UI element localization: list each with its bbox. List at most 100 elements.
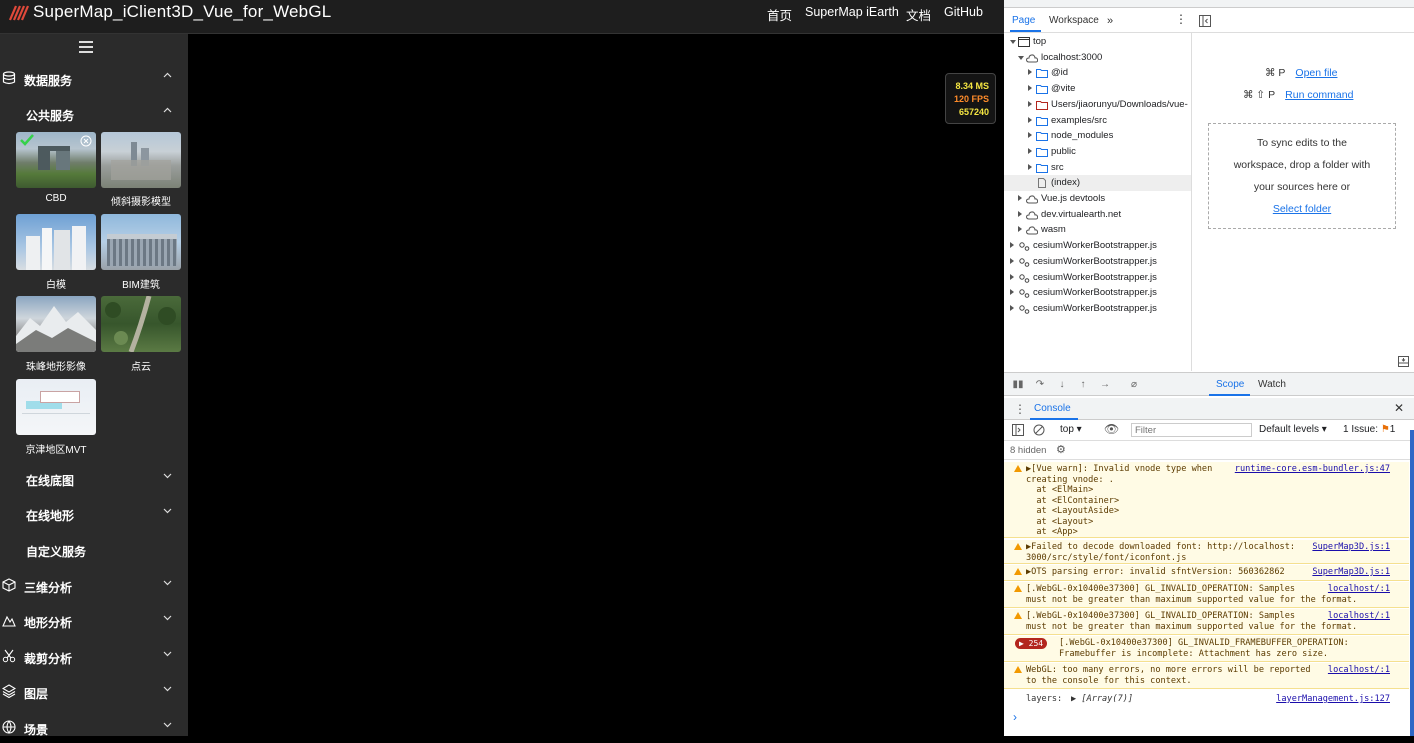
source-link[interactable]: SuperMap3D.js:1 xyxy=(1312,567,1390,578)
tab-page[interactable]: Page xyxy=(1012,15,1035,26)
menu-public-service[interactable]: 公共服务 xyxy=(0,99,188,129)
console-warning-message[interactable]: ▶Failed to decode downloaded font: http:… xyxy=(1004,540,1409,564)
menu-online-basemap[interactable]: 在线底图 xyxy=(0,464,188,494)
collapse-arrow-icon[interactable] xyxy=(1018,210,1022,217)
tree-item[interactable]: cesiumWorkerBootstrapper.js xyxy=(1004,254,1191,270)
source-link[interactable]: localhost/:1 xyxy=(1328,611,1390,622)
folder-drop-zone[interactable]: To sync edits to the workspace, drop a f… xyxy=(1208,123,1396,229)
tree-item[interactable]: Users/jiaorunyu/Downloads/vue- xyxy=(1004,97,1191,113)
deactivate-breakpoints-icon[interactable]: ⌀ xyxy=(1128,379,1140,391)
sidebar-toggle-icon[interactable] xyxy=(1012,424,1024,436)
source-link[interactable]: SuperMap3D.js:1 xyxy=(1312,542,1390,553)
menu-layers[interactable]: 图层 xyxy=(0,677,188,707)
tree-item[interactable]: examples/src xyxy=(1004,113,1191,129)
tab-scope[interactable]: Scope xyxy=(1216,379,1244,390)
eye-icon[interactable]: 👁 xyxy=(1104,422,1119,436)
tree-item[interactable]: cesiumWorkerBootstrapper.js xyxy=(1004,301,1191,317)
menu-terrain-analysis[interactable]: 地形分析 xyxy=(0,606,188,636)
toggle-sidebar-icon[interactable] xyxy=(1199,15,1211,27)
tree-item[interactable]: (index) xyxy=(1004,175,1191,192)
drawer-menu-icon[interactable]: ⋮ xyxy=(1014,402,1026,416)
collapse-arrow-icon[interactable] xyxy=(1010,242,1014,249)
tab-console[interactable]: Console xyxy=(1034,403,1071,414)
pause-icon[interactable]: ▮▮ xyxy=(1012,379,1024,391)
console-warning-message[interactable]: ▶[Vue warn]: Invalid vnode type when cre… xyxy=(1004,462,1409,538)
tree-item[interactable]: cesiumWorkerBootstrapper.js xyxy=(1004,270,1191,286)
menu-3d-analysis[interactable]: 三维分析 xyxy=(0,571,188,601)
menu-data-service[interactable]: 数据服务 xyxy=(0,64,188,94)
console-warning-message[interactable]: ▶ 254 [.WebGL-0x10400e37300] GL_INVALID_F… xyxy=(1004,636,1409,662)
tree-item[interactable]: src xyxy=(1004,160,1191,176)
kebab-menu-icon[interactable]: ⋮ xyxy=(1175,12,1187,26)
more-tabs-icon[interactable]: » xyxy=(1107,15,1113,27)
filter-input[interactable] xyxy=(1131,423,1252,437)
nav-github[interactable]: GitHub xyxy=(944,5,983,19)
everest-terrain-thumbnail[interactable] xyxy=(16,296,96,352)
white-model-thumbnail[interactable] xyxy=(16,214,96,270)
tree-item[interactable]: localhost:3000 xyxy=(1004,50,1191,66)
console-warning-message[interactable]: WebGL: too many errors, no more errors w… xyxy=(1004,663,1409,689)
select-folder-link[interactable]: Select folder xyxy=(1273,203,1331,215)
menu-online-terrain[interactable]: 在线地形 xyxy=(0,499,188,529)
bim-building-thumbnail[interactable] xyxy=(101,214,181,270)
cbd-scene-thumbnail[interactable] xyxy=(16,132,96,188)
tree-item[interactable]: Vue.js devtools xyxy=(1004,191,1191,207)
collapse-arrow-icon[interactable] xyxy=(1028,100,1032,107)
menu-clip-analysis[interactable]: 裁剪分析 xyxy=(0,642,188,672)
console-settings-gear-icon[interactable]: ⚙ xyxy=(1056,443,1066,456)
collapse-arrow-icon[interactable] xyxy=(1028,163,1032,170)
open-file-link[interactable]: Open file xyxy=(1295,67,1337,79)
clear-console-icon[interactable] xyxy=(1033,424,1045,436)
step-into-icon[interactable]: ↓ xyxy=(1056,379,1068,391)
mvt-map-thumbnail[interactable] xyxy=(16,379,96,435)
tree-item[interactable]: cesiumWorkerBootstrapper.js xyxy=(1004,238,1191,254)
collapse-arrow-icon[interactable] xyxy=(1028,116,1032,123)
source-link[interactable]: runtime-core.esm-bundler.js:47 xyxy=(1235,464,1390,475)
point-cloud-thumbnail[interactable] xyxy=(101,296,181,352)
3d-viewer-canvas[interactable] xyxy=(188,34,1004,736)
console-warning-message[interactable]: ▶OTS parsing error: invalid sfntVersion:… xyxy=(1004,565,1409,581)
tree-item[interactable]: @vite xyxy=(1004,81,1191,97)
source-link[interactable]: localhost/:1 xyxy=(1328,584,1390,595)
issues-counter[interactable]: 1 Issue: ⚑1 xyxy=(1343,424,1395,435)
console-warning-message[interactable]: [.WebGL-0x10400e37300] GL_INVALID_OPERAT… xyxy=(1004,609,1409,635)
nav-docs[interactable]: 文档 xyxy=(906,5,931,24)
collapse-arrow-icon[interactable] xyxy=(1018,226,1022,233)
source-link[interactable]: layerManagement.js:127 xyxy=(1276,694,1390,705)
close-circle-icon[interactable] xyxy=(80,135,92,147)
collapse-arrow-icon[interactable] xyxy=(1010,289,1014,296)
tab-workspace[interactable]: Workspace xyxy=(1049,15,1099,26)
menu-custom-service[interactable]: 自定义服务 xyxy=(0,535,188,565)
tree-item[interactable]: cesiumWorkerBootstrapper.js xyxy=(1004,285,1191,301)
tree-item[interactable]: public xyxy=(1004,144,1191,160)
console-prompt[interactable]: › xyxy=(1013,710,1017,724)
step-out-icon[interactable]: ↑ xyxy=(1077,379,1089,391)
expand-arrow-icon[interactable] xyxy=(1010,40,1016,44)
collapse-arrow-icon[interactable] xyxy=(1028,132,1032,139)
collapse-arrow-icon[interactable] xyxy=(1010,257,1014,264)
context-selector[interactable]: top ▾ xyxy=(1060,424,1082,435)
step-icon[interactable]: → xyxy=(1099,379,1111,391)
collapse-arrow-icon[interactable] xyxy=(1028,147,1032,154)
collapse-arrow-icon[interactable] xyxy=(1010,304,1014,311)
collapse-arrow-icon[interactable] xyxy=(1028,69,1032,76)
nav-home[interactable]: 首页 xyxy=(767,5,792,24)
expand-arrow-icon[interactable] xyxy=(1018,55,1024,60)
collapse-arrow-icon[interactable] xyxy=(1010,273,1014,280)
console-scrollbar[interactable] xyxy=(1410,430,1414,736)
menu-scene[interactable]: 场景 xyxy=(0,713,188,743)
collapse-arrow-icon[interactable] xyxy=(1018,195,1022,201)
console-warning-message[interactable]: [.WebGL-0x10400e37300] GL_INVALID_OPERAT… xyxy=(1004,582,1409,608)
collapse-panel-icon[interactable] xyxy=(1398,356,1409,367)
collapse-arrow-icon[interactable] xyxy=(1028,85,1032,92)
tree-item[interactable]: node_modules xyxy=(1004,128,1191,144)
close-drawer-icon[interactable]: ✕ xyxy=(1394,401,1404,415)
tab-watch[interactable]: Watch xyxy=(1258,379,1286,390)
log-levels-select[interactable]: Default levels ▾ xyxy=(1259,424,1327,435)
tree-item[interactable]: wasm xyxy=(1004,222,1191,238)
tree-item[interactable]: @id xyxy=(1004,65,1191,81)
step-over-icon[interactable]: ↷ xyxy=(1034,379,1046,391)
tree-item[interactable]: dev.virtualearth.net xyxy=(1004,207,1191,223)
menu-toggle-icon[interactable] xyxy=(79,41,93,53)
oblique-photo-thumbnail[interactable] xyxy=(101,132,181,188)
